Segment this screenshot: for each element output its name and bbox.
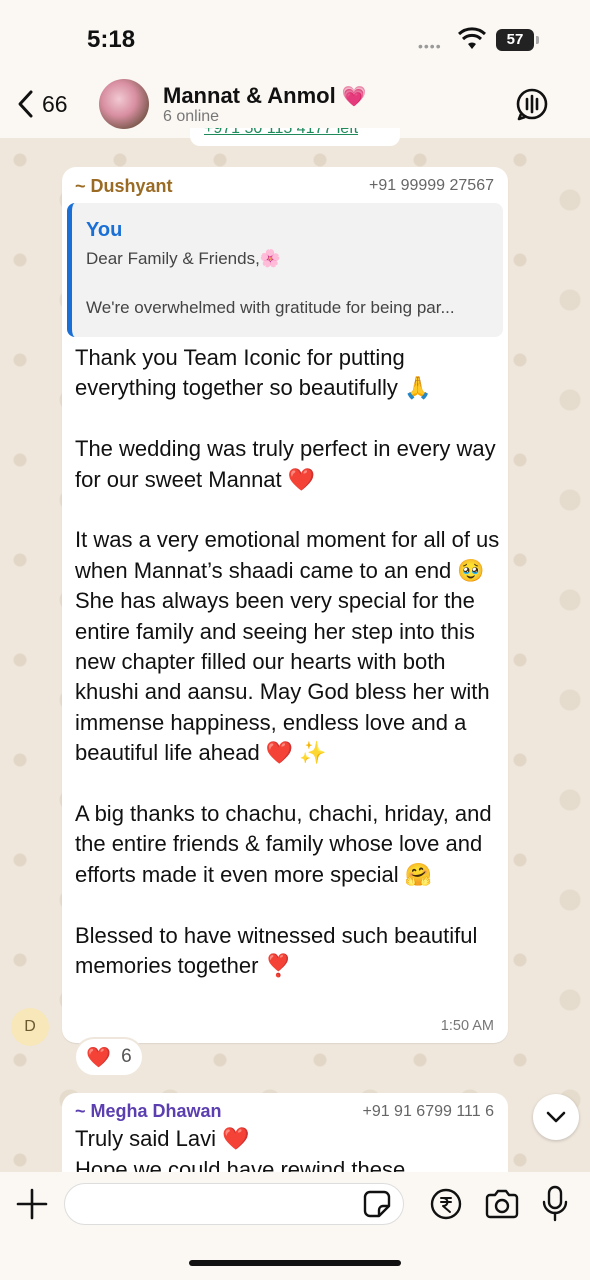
status-time: 5:18: [87, 26, 136, 53]
rupee-icon[interactable]: [430, 1188, 462, 1220]
quote-text: We're overwhelmed with gratitude for bei…: [86, 298, 455, 317]
scroll-to-bottom-button[interactable]: [533, 1094, 579, 1140]
status-bar: 5:18 •••• 57: [0, 0, 590, 78]
phone-link[interactable]: +971 50 115 4177 left: [204, 128, 358, 138]
signal-icon: ••••: [418, 38, 442, 54]
battery-cap: [536, 36, 539, 44]
heart-emoji: 💗: [341, 86, 367, 108]
unread-count: 66: [42, 90, 68, 117]
sender-name[interactable]: ~ Megha Dhawan: [75, 1101, 222, 1122]
online-status: 6 online: [163, 108, 220, 125]
group-title-text: Mannat & Anmol: [163, 83, 336, 108]
reaction-badge[interactable]: ❤️ 6: [74, 1037, 144, 1077]
sender-name[interactable]: ~ Dushyant: [75, 176, 173, 197]
message-paragraph: Blessed to have witnessed such beautiful…: [75, 922, 484, 979]
sticker-icon[interactable]: [362, 1189, 392, 1219]
reaction-count: 6: [121, 1046, 132, 1067]
camera-icon[interactable]: [484, 1189, 520, 1219]
wifi-icon: [458, 27, 486, 49]
message-text: Truly said Lavi ❤️: [75, 1126, 250, 1151]
quote-text: Dear Family & Friends,🌸: [86, 249, 281, 268]
message-paragraph: A big thanks to chachu, chachi, hriday, …: [75, 801, 498, 887]
sender-avatar[interactable]: D: [11, 1008, 49, 1046]
back-button[interactable]: 66: [14, 86, 68, 122]
chevron-down-icon: [546, 1111, 566, 1123]
message-paragraph: Thank you Team Iconic for putting everyt…: [75, 345, 432, 401]
group-avatar[interactable]: [99, 79, 149, 129]
group-title[interactable]: Mannat & Anmol 💗: [163, 83, 367, 109]
composer-bar: [0, 1172, 590, 1280]
message-bubble[interactable]: ~ Dushyant +91 99999 27567 You Dear Fami…: [62, 167, 508, 1043]
home-indicator[interactable]: [189, 1260, 401, 1266]
sender-phone: +91 91 6799 111 6: [362, 1103, 494, 1120]
voice-chat-icon[interactable]: [515, 87, 549, 121]
plus-icon[interactable]: [14, 1186, 50, 1222]
message-bubble[interactable]: ~ Megha Dhawan +91 91 6799 111 6 Truly s…: [62, 1093, 508, 1172]
message-text: Hope we could have rewind these: [75, 1157, 406, 1172]
system-message: +971 50 115 4177 left: [190, 128, 400, 146]
message-timestamp: 1:50 AM: [440, 1018, 494, 1034]
message-text: Thank you Team Iconic for putting everyt…: [75, 343, 505, 981]
chevron-left-icon: [18, 90, 33, 118]
quote-author: You: [86, 219, 123, 241]
heart-reaction-icon: ❤️: [86, 1046, 112, 1069]
message-paragraph: It was a very emotional moment for all o…: [75, 527, 506, 766]
message-input[interactable]: [64, 1183, 404, 1225]
message-paragraph: The wedding was truly perfect in every w…: [75, 436, 502, 492]
battery-icon: 57: [496, 29, 534, 51]
sender-phone: +91 99999 27567: [368, 177, 494, 194]
microphone-icon[interactable]: [540, 1185, 570, 1223]
quoted-message[interactable]: You Dear Family & Friends,🌸 We're overwh…: [67, 203, 503, 337]
